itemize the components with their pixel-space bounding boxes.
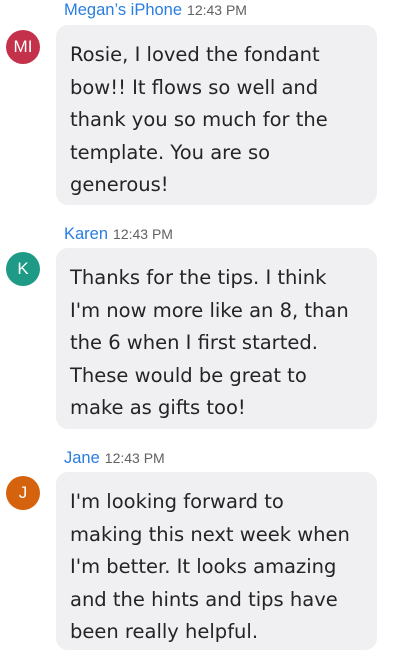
- message-line: make as gifts too!: [70, 396, 246, 419]
- sender-name[interactable]: Karen: [64, 225, 108, 243]
- message-bubble[interactable]: I'm looking forward to making this next …: [56, 472, 377, 650]
- message-text: Thanks for the tips. I think I'm now mor…: [70, 262, 363, 425]
- message-line: bow!! It flows so well and: [70, 75, 319, 99]
- message-line: These would be great to: [70, 363, 307, 387]
- message-line: template. You are so: [70, 140, 271, 164]
- message-line: Rosie, I loved the fondant: [70, 43, 320, 66]
- message-text: Rosie, I loved the fondant bow!! It flow…: [70, 39, 363, 202]
- message-timestamp: 12:43 PM: [104, 450, 165, 466]
- avatar[interactable]: J: [6, 476, 40, 510]
- message-line: making this next week when: [70, 522, 350, 546]
- sender-name[interactable]: Megan’s iPhone: [64, 1, 182, 19]
- message-header: Karen 12:43 PM: [64, 225, 173, 244]
- message-text: I'm looking forward to making this next …: [70, 486, 363, 649]
- message-header: Jane 12:43 PM: [64, 449, 165, 468]
- message-line: I'm looking forward to: [70, 490, 284, 513]
- message-line: the 6 when I first started.: [70, 331, 318, 354]
- message-line: thank you so much for the: [70, 108, 328, 131]
- message-bubble[interactable]: Rosie, I loved the fondant bow!! It flow…: [56, 25, 377, 205]
- message-header: Megan’s iPhone 12:43 PM: [64, 1, 247, 20]
- message-line: Thanks for the tips. I think: [70, 266, 327, 289]
- message-timestamp: 12:43 PM: [187, 2, 247, 18]
- avatar[interactable]: MI: [6, 30, 40, 64]
- message-line: I'm better. It looks amazing: [70, 555, 337, 578]
- message-timestamp: 12:43 PM: [113, 226, 173, 242]
- message-line: and the hints and tips have: [70, 587, 338, 611]
- message-line: I'm now more like an 8, than: [70, 298, 349, 322]
- message-line: been really helpful.: [70, 620, 259, 643]
- sender-name[interactable]: Jane: [64, 449, 100, 467]
- message-bubble[interactable]: Thanks for the tips. I think I'm now mor…: [56, 248, 377, 429]
- avatar[interactable]: K: [6, 252, 40, 286]
- message-line: generous!: [70, 173, 169, 196]
